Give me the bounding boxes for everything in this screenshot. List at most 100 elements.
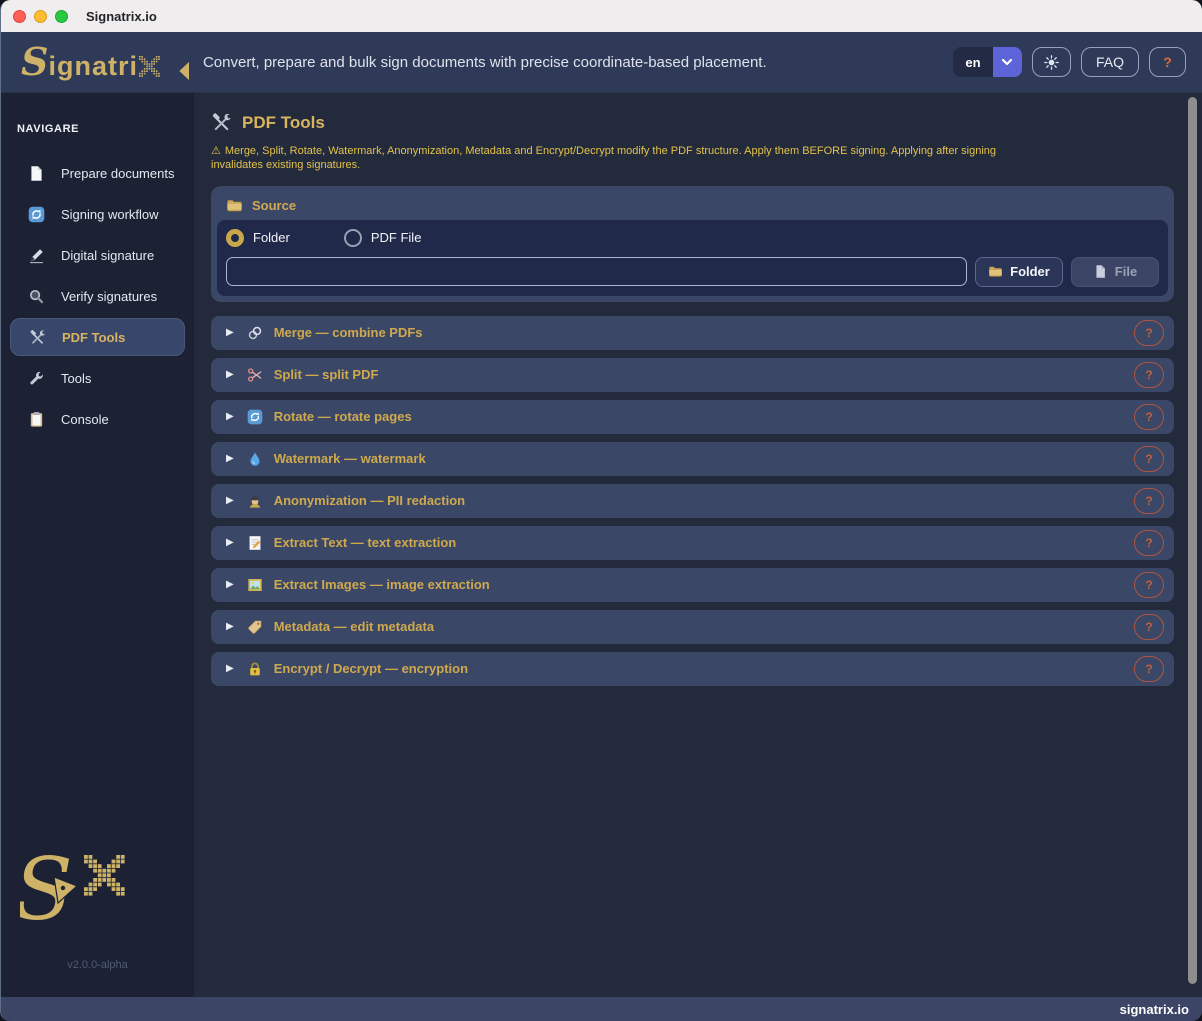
expand-triangle-icon: ▶ [226, 327, 234, 338]
source-path-input[interactable] [226, 257, 967, 286]
sidebar-item-label: Prepare documents [61, 166, 174, 181]
tool-sections: ▶ Merge — combine PDFs ? ▶ Split — split… [211, 316, 1174, 686]
page-title: PDF Tools [242, 113, 325, 133]
section-help-button[interactable]: ? [1134, 614, 1164, 640]
sidebar-item-prepare-documents[interactable]: Prepare documents [10, 154, 185, 192]
tool-section-label: Anonymization — PII redaction [274, 493, 1134, 508]
zoom-window-button[interactable] [55, 10, 68, 23]
tool-section-label: Merge — combine PDFs [274, 325, 1134, 340]
link-icon [247, 325, 263, 341]
sidebar: NAVIGARE Prepare documents Signing workf… [1, 93, 194, 997]
sun-icon [1043, 54, 1060, 71]
tool-section-row-split-split-pdf[interactable]: ▶ Split — split PDF ? [211, 358, 1174, 392]
main-content: PDF Tools ⚠Merge, Split, Rotate, Waterma… [194, 93, 1202, 997]
scissors-icon [247, 367, 263, 383]
sidebar-item-label: PDF Tools [62, 330, 125, 345]
expand-triangle-icon: ▶ [226, 495, 234, 506]
logo-pixel-x-icon [139, 54, 189, 80]
chevron-down-icon [999, 54, 1015, 70]
section-help-button[interactable]: ? [1134, 362, 1164, 388]
minimize-window-button[interactable] [34, 10, 47, 23]
document-icon [28, 165, 45, 182]
language-code[interactable]: en [953, 47, 993, 77]
expand-triangle-icon: ▶ [226, 537, 234, 548]
traffic-lights [13, 10, 68, 23]
browse-folder-button[interactable]: Folder [975, 257, 1063, 287]
header-help-button[interactable]: ? [1149, 47, 1186, 77]
app-window: Signatrix.io Signatri Convert, prepare a… [0, 0, 1202, 1021]
browse-folder-label: Folder [1010, 264, 1050, 279]
section-help-button[interactable]: ? [1134, 572, 1164, 598]
hammer-wrench-icon [211, 112, 232, 133]
sidebar-item-label: Console [61, 412, 109, 427]
section-help-button[interactable]: ? [1134, 530, 1164, 556]
section-help-button[interactable]: ? [1134, 488, 1164, 514]
titlebar: Signatrix.io [1, 0, 1202, 32]
memo-icon [247, 535, 263, 551]
faq-button[interactable]: FAQ [1081, 47, 1139, 77]
expand-triangle-icon: ▶ [226, 621, 234, 632]
tool-section-label: Extract Text — text extraction [274, 535, 1134, 550]
app-version: v2.0.0-alpha [1, 959, 194, 971]
sidebar-item-label: Tools [61, 371, 91, 386]
radio-selected-icon[interactable] [226, 229, 244, 247]
lock-icon [247, 661, 263, 677]
tag-icon [247, 619, 263, 635]
sidebar-item-label: Signing workflow [61, 207, 159, 222]
tool-section-row-extract-images-image-extraction[interactable]: ▶ Extract Images — image extraction ? [211, 568, 1174, 602]
rotate-icon [247, 409, 263, 425]
sidebar-item-signing-workflow[interactable]: Signing workflow [10, 195, 185, 233]
window-title: Signatrix.io [86, 9, 157, 24]
sidebar-item-pdf-tools[interactable]: PDF Tools [10, 318, 185, 356]
source-inner-panel: Folder PDF File Folder [217, 220, 1168, 296]
tool-section-row-metadata-edit-metadata[interactable]: ▶ Metadata — edit metadata ? [211, 610, 1174, 644]
folder-icon [226, 197, 243, 214]
droplet-icon [247, 451, 263, 467]
tool-section-row-merge-combine-pdfs[interactable]: ▶ Merge — combine PDFs ? [211, 316, 1174, 350]
wrench-icon [28, 370, 45, 387]
source-radio-pdf-file[interactable]: PDF File [344, 229, 422, 247]
tool-section-row-rotate-rotate-pages[interactable]: ▶ Rotate — rotate pages ? [211, 400, 1174, 434]
language-dropdown-button[interactable] [993, 47, 1022, 77]
warning-icon: ⚠ [211, 145, 221, 157]
vertical-scrollbar-thumb[interactable] [1188, 97, 1197, 984]
source-radio-folder[interactable]: Folder [226, 229, 290, 247]
sidebar-item-verify-signatures[interactable]: Verify signatures [10, 277, 185, 315]
expand-triangle-icon: ▶ [226, 663, 234, 674]
sidebar-item-console[interactable]: Console [10, 400, 185, 438]
nav-section-label: NAVIGARE [1, 123, 194, 135]
section-help-button[interactable]: ? [1134, 656, 1164, 682]
clipboard-icon [28, 411, 45, 428]
workflow-icon [28, 206, 45, 223]
tool-section-row-extract-text-text-extraction[interactable]: ▶ Extract Text — text extraction ? [211, 526, 1174, 560]
section-help-button[interactable]: ? [1134, 404, 1164, 430]
logo-letter-s: S [21, 43, 48, 81]
section-help-button[interactable]: ? [1134, 446, 1164, 472]
tool-section-row-anonymization-pii-redaction[interactable]: ▶ Anonymization — PII redaction ? [211, 484, 1174, 518]
close-window-button[interactable] [13, 10, 26, 23]
expand-triangle-icon: ▶ [226, 369, 234, 380]
signatrix-emblem-logo: S [20, 843, 176, 927]
expand-triangle-icon: ▶ [226, 411, 234, 422]
pdf-structure-warning: ⚠Merge, Split, Rotate, Watermark, Anonym… [211, 144, 1036, 173]
source-panel: Source Folder PDF File [211, 186, 1174, 302]
radio-unselected-icon[interactable] [344, 229, 362, 247]
radio-pdf-file-label: PDF File [371, 230, 422, 245]
tool-section-row-watermark-watermark[interactable]: ▶ Watermark — watermark ? [211, 442, 1174, 476]
warning-text: Merge, Split, Rotate, Watermark, Anonymi… [211, 145, 996, 171]
source-panel-title: Source [252, 198, 296, 213]
logo-wordmark: ignatri [48, 51, 138, 82]
footer-bar: signatrix.io [1, 997, 1202, 1021]
expand-triangle-icon: ▶ [226, 579, 234, 590]
nav-items: Prepare documents Signing workflow Digit… [1, 151, 194, 441]
hammer-wrench-icon [29, 329, 46, 346]
theme-toggle-button[interactable] [1032, 47, 1071, 77]
browse-file-button[interactable]: File [1071, 257, 1159, 287]
language-selector[interactable]: en [953, 47, 1022, 77]
sidebar-item-digital-signature[interactable]: Digital signature [10, 236, 185, 274]
sidebar-item-label: Verify signatures [61, 289, 157, 304]
section-help-button[interactable]: ? [1134, 320, 1164, 346]
sidebar-item-tools[interactable]: Tools [10, 359, 185, 397]
tool-section-row-encrypt-decrypt-encryption[interactable]: ▶ Encrypt / Decrypt — encryption ? [211, 652, 1174, 686]
app-header: Signatri Convert, prepare and bulk sign … [1, 32, 1202, 93]
